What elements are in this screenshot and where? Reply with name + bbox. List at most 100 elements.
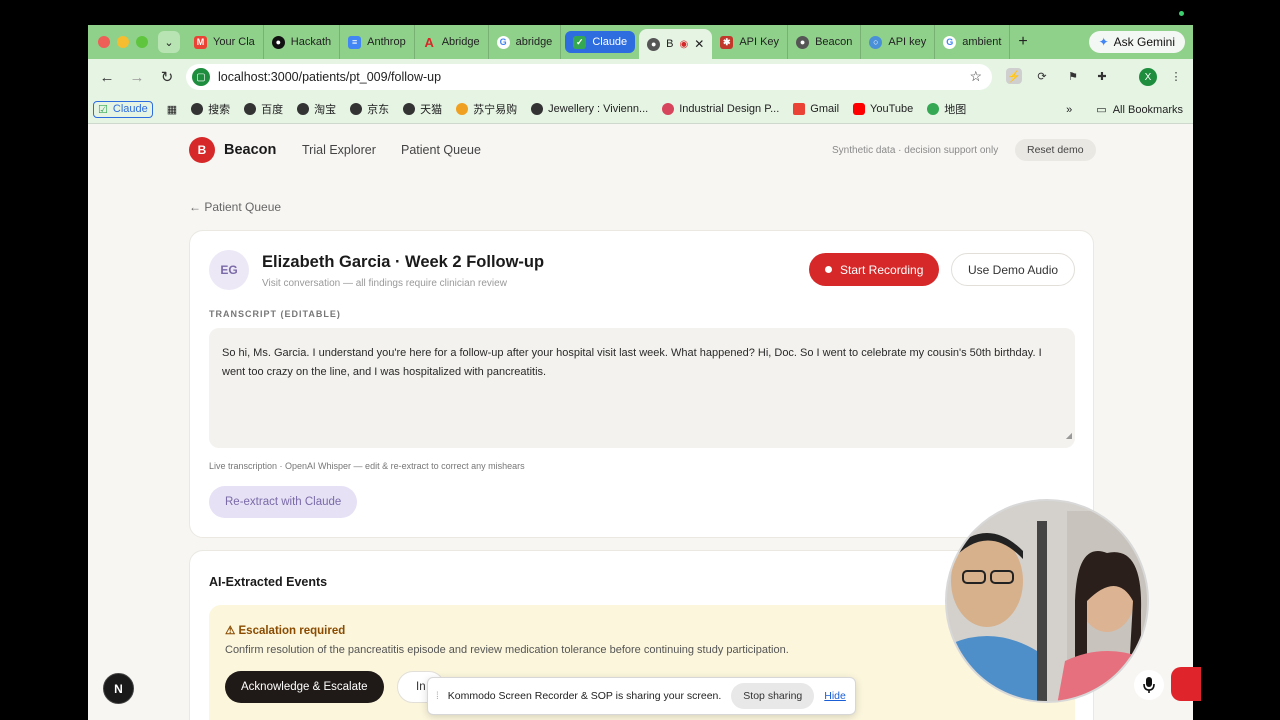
tab-api-keys[interactable]: ○ API key <box>861 25 936 59</box>
google-icon: G <box>943 35 957 49</box>
drag-handle-icon[interactable]: ⁞ <box>436 691 439 702</box>
brand-name[interactable]: Beacon <box>224 142 276 158</box>
close-tab-icon[interactable]: ✕ <box>694 37 704 51</box>
new-tab-plus-icon[interactable]: + <box>1018 33 1027 51</box>
bookmarks-bar: ☑ Claude ▦ 搜索 百度 淘宝 京东 天猫 苏宁易购 Jewellery … <box>88 95 1193 124</box>
tab-gmail[interactable]: M Your Cla <box>186 25 264 59</box>
bookmark-item[interactable]: 搜索 <box>191 101 230 117</box>
nav-trial-explorer[interactable]: Trial Explorer <box>302 143 376 157</box>
bookmark-youtube[interactable]: YouTube <box>853 103 913 115</box>
globe-icon: ● <box>796 35 810 49</box>
checkbox-icon: ☑ <box>98 103 108 116</box>
docs-icon: ≡ <box>348 35 362 49</box>
nextjs-dev-badge[interactable]: N <box>103 673 134 704</box>
tab-google-abridge[interactable]: Gabridge <box>489 25 562 59</box>
browser-toolbar: ← → ↻ ▢ localhost:3000/patients/pt_009/f… <box>88 59 1193 95</box>
bookmark-item[interactable]: 天猫 <box>403 101 442 117</box>
maps-pin-icon <box>927 103 940 115</box>
visit-card: EG Elizabeth Garcia · Week 2 Follow-up V… <box>189 230 1094 538</box>
globe-icon <box>531 103 544 115</box>
acknowledge-escalate-button[interactable]: Acknowledge & Escalate <box>225 671 384 703</box>
url-text[interactable]: localhost:3000/patients/pt_009/follow-up <box>218 70 441 84</box>
transcript-label: TRANSCRIPT (EDITABLE) <box>209 309 341 319</box>
reload-icon[interactable]: ↻ <box>152 68 182 86</box>
extension-sync-icon[interactable]: ⟳ <box>1034 68 1050 84</box>
bookmark-star-icon[interactable]: ☆ <box>969 68 982 85</box>
tab-github[interactable]: ● Hackath <box>264 25 341 59</box>
use-demo-audio-button[interactable]: Use Demo Audio <box>951 253 1076 286</box>
globe-icon <box>191 103 204 115</box>
bookmark-item[interactable]: 京东 <box>350 101 389 117</box>
tab-strip: ⌄ M Your Cla ● Hackath ≡ Anthrop A Abridge G… <box>88 25 1193 59</box>
bookmark-item[interactable]: 百度 <box>244 101 283 117</box>
extension-icon[interactable]: ⚡ <box>1006 68 1022 84</box>
gmail-icon: M <box>194 35 207 49</box>
share-message: Kommodo Screen Recorder & SOP is sharing… <box>447 690 722 702</box>
address-bar[interactable]: ▢ localhost:3000/patients/pt_009/follow-… <box>186 64 992 90</box>
extensions-puzzle-icon[interactable]: ✚ <box>1094 68 1110 84</box>
forward-arrow-icon[interactable]: → <box>122 69 152 86</box>
bookmark-item[interactable]: Industrial Design P... <box>662 103 779 115</box>
gmail-icon <box>793 103 806 115</box>
stop-recording-button[interactable] <box>1171 667 1201 701</box>
resize-handle-icon[interactable]: ◢ <box>1066 426 1072 445</box>
tab-beacon[interactable]: ● Beacon <box>788 25 862 59</box>
globe-icon <box>244 103 257 115</box>
tab-api-key[interactable]: ✱ API Key <box>712 25 789 59</box>
ask-gemini-button[interactable]: ✦ Ask Gemini <box>1088 31 1185 53</box>
youtube-icon <box>853 103 866 115</box>
bookmark-maps[interactable]: 地图 <box>927 101 966 117</box>
live-transcription-note: Live transcription · OpenAI Whisper — ed… <box>209 461 525 471</box>
tab-search-chevron-icon[interactable]: ⌄ <box>158 31 180 53</box>
apps-grid-icon[interactable]: ▦ <box>167 103 177 116</box>
microphone-glyph <box>1143 677 1155 693</box>
chevron-double-right-icon[interactable]: » <box>1066 104 1072 116</box>
extension-flag-icon[interactable]: ⚑ <box>1065 68 1081 84</box>
claude-icon: ✓ <box>573 35 587 49</box>
hide-link[interactable]: Hide <box>824 690 846 702</box>
re-extract-button[interactable]: Re-extract with Claude <box>209 486 358 518</box>
tab-docs[interactable]: ≡ Anthrop <box>340 25 415 59</box>
nav-patient-queue[interactable]: Patient Queue <box>401 143 481 157</box>
tab-abridge[interactable]: A Abridge <box>415 25 489 59</box>
recording-indicator-icon: ◉ <box>679 38 689 50</box>
tabs: M Your Cla ● Hackath ≡ Anthrop A Abridge Gab… <box>186 25 1028 59</box>
close-window-button[interactable] <box>98 36 110 48</box>
all-bookmarks[interactable]: » ▭ All Bookmarks <box>1066 103 1183 117</box>
tab-claude[interactable]: ✓ Claude <box>565 31 636 53</box>
webcam-bubble[interactable] <box>945 499 1149 703</box>
maximize-window-button[interactable] <box>136 36 148 48</box>
bookmark-claude[interactable]: ☑ Claude <box>93 100 153 118</box>
reset-demo-button[interactable]: Reset demo <box>1015 139 1096 161</box>
microphone-icon[interactable] <box>1134 670 1164 700</box>
bookmark-item[interactable]: 淘宝 <box>297 101 336 117</box>
google-icon: G <box>496 35 510 49</box>
stop-sharing-button[interactable]: Stop sharing <box>731 683 815 709</box>
screen-share-bar: ⁞ Kommodo Screen Recorder & SOP is shari… <box>427 677 856 715</box>
bookmark-item[interactable]: Jewellery : Vivienn... <box>531 103 648 115</box>
browser-menu-icon[interactable]: ⋮ <box>1168 68 1184 84</box>
back-to-patient-queue-link[interactable]: ← Patient Queue <box>189 200 281 214</box>
abridge-icon: A <box>424 34 434 50</box>
bookmark-item[interactable]: 苏宁易购 <box>456 101 517 117</box>
site-info-icon[interactable]: ▢ <box>192 68 210 86</box>
escalation-text: Confirm resolution of the pancreatitis e… <box>225 644 789 656</box>
tab-beacon-active[interactable]: ● B ◉ ✕ <box>639 29 713 59</box>
tab-ambient[interactable]: Gambient <box>935 25 1011 59</box>
escalation-title: ⚠ Escalation required <box>225 625 346 637</box>
folder-icon: ▭ <box>1096 104 1107 116</box>
transcript-textarea[interactable]: So hi, Ms. Garcia. I understand you're h… <box>209 328 1075 448</box>
transcript-text[interactable]: So hi, Ms. Garcia. I understand you're h… <box>222 347 1042 378</box>
globe-icon <box>350 103 363 115</box>
webcam-feed-image <box>947 501 1147 701</box>
beacon-icon: ● <box>647 37 661 51</box>
start-recording-button[interactable]: Start Recording <box>809 253 940 286</box>
bookmark-gmail[interactable]: Gmail <box>793 103 839 115</box>
design-icon <box>662 103 675 115</box>
patient-title: Elizabeth Garcia · Week 2 Follow-up <box>262 253 545 271</box>
profile-avatar[interactable]: X <box>1139 68 1157 86</box>
events-title: AI-Extracted Events <box>209 575 328 589</box>
back-arrow-icon[interactable]: ← <box>92 69 122 86</box>
beacon-logo[interactable]: B <box>189 137 215 163</box>
minimize-window-button[interactable] <box>117 36 129 48</box>
